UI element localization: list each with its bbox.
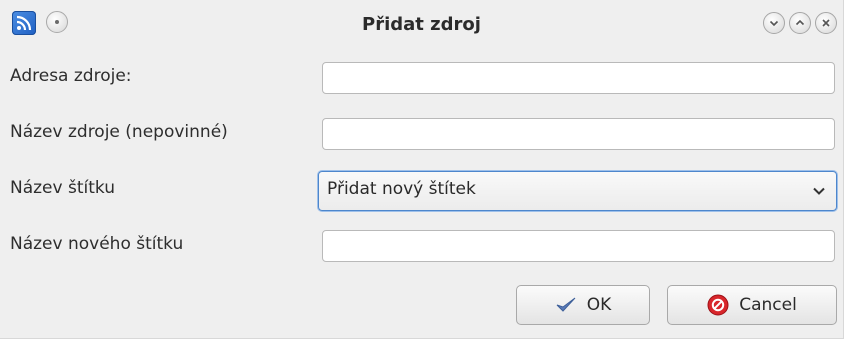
ok-button[interactable]: OK bbox=[516, 285, 650, 325]
close-icon[interactable] bbox=[815, 12, 837, 34]
tag-name-selected-value: Přidat nový štítek bbox=[327, 179, 476, 199]
ok-button-label: OK bbox=[586, 295, 612, 315]
checkmark-icon bbox=[556, 297, 576, 312]
source-name-label: Název zdroje (nepovinné) bbox=[10, 122, 228, 142]
new-tag-name-input[interactable] bbox=[322, 230, 835, 262]
minimize-icon[interactable] bbox=[763, 12, 785, 34]
tag-name-select[interactable]: Přidat nový štítek bbox=[318, 171, 837, 211]
cancel-circle-icon bbox=[707, 294, 729, 316]
source-name-input[interactable] bbox=[322, 118, 835, 150]
add-feed-dialog: Přidat zdroj Adresa zdroje: Název zdroje… bbox=[0, 0, 844, 339]
new-tag-name-label: Název nového štítku bbox=[10, 234, 184, 254]
tag-name-label: Název štítku bbox=[10, 178, 115, 198]
cancel-button-label: Cancel bbox=[739, 295, 797, 315]
source-address-input[interactable] bbox=[322, 62, 835, 94]
source-address-label: Adresa zdroje: bbox=[10, 66, 132, 86]
maximize-icon[interactable] bbox=[789, 12, 811, 34]
window-title: Přidat zdroj bbox=[362, 14, 481, 35]
chevron-down-icon bbox=[813, 187, 825, 195]
cancel-button[interactable]: Cancel bbox=[667, 285, 837, 325]
title-bar[interactable]: Přidat zdroj bbox=[0, 0, 843, 50]
